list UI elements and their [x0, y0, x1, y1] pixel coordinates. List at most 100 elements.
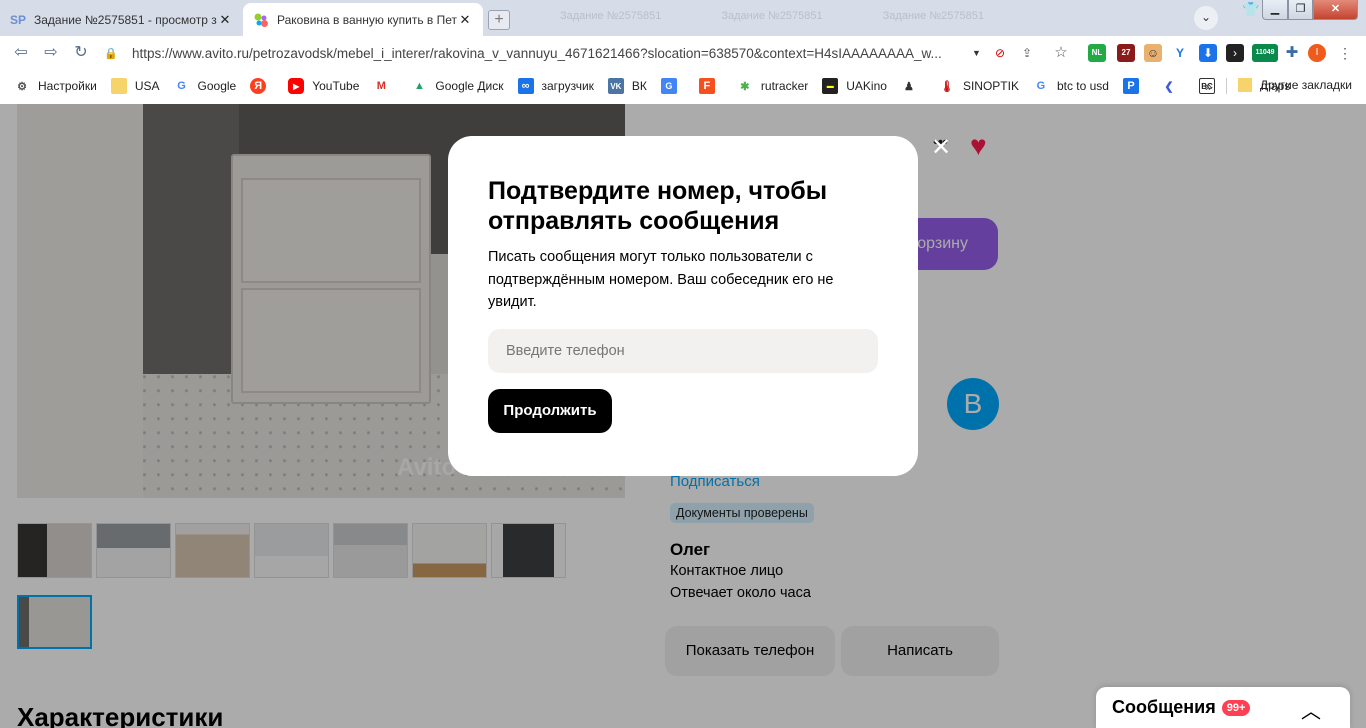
modal-title: Подтвердите номер, чтобы отправлять сооб… [488, 177, 828, 235]
more-bookmarks-button[interactable]: » [1205, 79, 1212, 94]
arrow-icon: ❮ [1164, 80, 1174, 93]
bookmark-settings[interactable]: ⚙ Настройки [14, 78, 97, 94]
bookmark-youtube[interactable]: ▶ YouTube [288, 78, 359, 94]
terminal-extension-icon[interactable]: › [1226, 44, 1244, 62]
avito-page: Avito ••• ♥ орзину В Подписаться Докумен… [0, 104, 1366, 728]
menu-kebab-icon[interactable]: ⋮ [1336, 44, 1354, 62]
profile-avatar[interactable]: I [1308, 44, 1326, 62]
bookmark-drive[interactable]: ▲ Google Диск [411, 78, 504, 94]
bookmark-usa[interactable]: USA [110, 78, 160, 94]
bookmark-label: UAKino [846, 79, 887, 93]
browser-toolbar: ⇦ ⇨ ↻ 🔒 https://www.avito.ru/petrozavods… [0, 36, 1366, 70]
bookmark-yandex[interactable]: Я [250, 78, 274, 94]
bookmark-f[interactable]: F [698, 78, 723, 94]
vpn-nl-icon[interactable]: NL [1088, 44, 1106, 62]
unread-badge: 99+ [1221, 699, 1251, 716]
google-icon: G [177, 80, 186, 92]
bookmark-label: загрузчик [541, 79, 594, 93]
back-icon[interactable]: ⇦ [10, 43, 32, 63]
tab-avito[interactable]: Раковина в ванную купить в Петр ✕ [243, 3, 483, 36]
vk-icon: VK [607, 78, 624, 94]
bookmark-figure[interactable]: ♟ [901, 78, 925, 94]
bookmark-arrow[interactable]: ❮ [1161, 78, 1185, 94]
bookmark-star-icon[interactable]: ☆ [1052, 44, 1070, 62]
p-icon: P [1122, 78, 1139, 94]
minimize-button[interactable]: ▁ [1262, 0, 1288, 20]
phone-input[interactable] [488, 328, 878, 373]
y-extension-icon[interactable]: Y [1171, 44, 1189, 62]
messages-widget[interactable]: Сообщения 99+ ︿ [1096, 687, 1350, 728]
modal-description: Писать сообщения могут только пользовате… [488, 249, 834, 310]
bookmark-sinoptik[interactable]: 🌡 SINOPTIK [939, 78, 1019, 94]
tab-strip: SP Задание №2575851 - просмотр за ✕ Рако… [0, 0, 1366, 36]
theme-icon[interactable]: 👕 [1240, 0, 1262, 20]
face-extension-icon[interactable]: ☺ [1144, 44, 1162, 62]
tab-close-icon[interactable]: ✕ [457, 12, 473, 28]
bookmark-label: SINOPTIK [962, 79, 1019, 93]
download-icon[interactable]: ⬇ [1199, 44, 1217, 62]
bookmark-translate[interactable]: G [660, 78, 685, 94]
forward-icon[interactable]: ⇨ [40, 43, 62, 63]
tab-close-icon[interactable]: ✕ [217, 12, 233, 28]
share-icon[interactable]: ⇪ [1018, 44, 1036, 62]
rutracker-icon: ✱ [740, 80, 750, 93]
bookmarks-divider [1226, 78, 1227, 94]
gmail-icon: M [376, 80, 386, 92]
blocked-popup-icon[interactable]: ⊘ [991, 44, 1009, 62]
sp-favicon-icon: SP [10, 12, 27, 27]
messages-label: Сообщения [1112, 697, 1216, 717]
loop-icon: ∞ [517, 78, 534, 94]
btc-price-icon[interactable]: 11049 [1252, 44, 1278, 62]
tab-title: Раковина в ванную купить в Петр [277, 12, 457, 27]
close-window-button[interactable]: ✕ [1313, 0, 1358, 20]
reload-icon[interactable]: ↻ [70, 43, 92, 63]
ghost-tab: Задание №2575851 [721, 10, 823, 22]
bookmark-label: ВК [631, 79, 647, 93]
address-bar[interactable]: 🔒 https://www.avito.ru/petrozavodsk/mebe… [104, 41, 984, 65]
folder-icon [110, 78, 127, 94]
thermometer-icon: 🌡 [939, 80, 954, 93]
maximize-button[interactable]: ❐ [1288, 0, 1313, 20]
url-text[interactable]: https://www.avito.ru/petrozavodsk/mebel_… [132, 46, 972, 61]
bookmark-label: YouTube [312, 79, 360, 93]
lock-icon[interactable]: 🔒 [104, 47, 122, 60]
bookmark-vk[interactable]: VK ВК [607, 78, 647, 94]
figure-icon: ♟ [904, 80, 914, 93]
bookmark-label: USA [134, 79, 160, 93]
google-icon: G [1036, 80, 1046, 92]
chevron-up-icon[interactable]: ︿ [1301, 695, 1321, 724]
gear-icon: ⚙ [17, 80, 27, 93]
bookmarks-bar: ⚙ Настройки USA G Google Я ▶ YouTube M ▲ Goo… [0, 72, 1366, 100]
yandex-icon: Я [250, 78, 267, 94]
tab-zadanie[interactable]: SP Задание №2575851 - просмотр за ✕ [0, 3, 243, 36]
other-bookmarks[interactable]: Другие закладки [1238, 78, 1352, 92]
youtube-icon: ▶ [288, 78, 305, 94]
calendar-icon[interactable]: 27 [1117, 44, 1135, 62]
bookmark-downloader[interactable]: ∞ загрузчик [517, 78, 594, 94]
uakino-icon: ▬ [822, 78, 839, 94]
bookmark-rutracker[interactable]: ✱ rutracker [737, 78, 808, 94]
bookmark-google[interactable]: G Google [174, 78, 237, 94]
tab-search-icon[interactable]: ⌄ [1194, 6, 1218, 30]
bookmark-p[interactable]: P [1122, 78, 1147, 94]
ghost-tab: Задание №2575851 [560, 10, 662, 22]
bookmark-label: Google Диск [435, 79, 504, 93]
bookmark-uakino[interactable]: ▬ UAKino [822, 78, 887, 94]
bookmark-label: btc to usd [1056, 79, 1109, 93]
bookmark-label: Google [197, 79, 237, 93]
bookmark-gmail[interactable]: M [373, 78, 397, 94]
background-tabs: Задание №2575851 Задание №2575851 Задани… [560, 10, 984, 22]
tab-title: Задание №2575851 - просмотр за [34, 12, 217, 27]
bookmark-label: Другие закладки [1260, 78, 1352, 92]
extensions-puzzle-icon[interactable]: ✚ [1283, 44, 1301, 62]
new-tab-button[interactable]: + [488, 10, 510, 30]
phone-verification-modal: ✕ Подтвердите номер, чтобы отправлять со… [448, 134, 951, 476]
close-icon[interactable]: ✕ [926, 134, 956, 164]
f-icon: F [698, 78, 715, 94]
drive-icon: ▲ [413, 80, 425, 92]
url-dropdown-icon[interactable]: ▼ [972, 48, 984, 58]
translate-icon: G [660, 78, 677, 94]
continue-button[interactable]: Продолжить [488, 388, 612, 433]
bookmark-btc[interactable]: Gbtc to usd [1033, 78, 1109, 94]
avito-favicon-icon [253, 12, 269, 28]
